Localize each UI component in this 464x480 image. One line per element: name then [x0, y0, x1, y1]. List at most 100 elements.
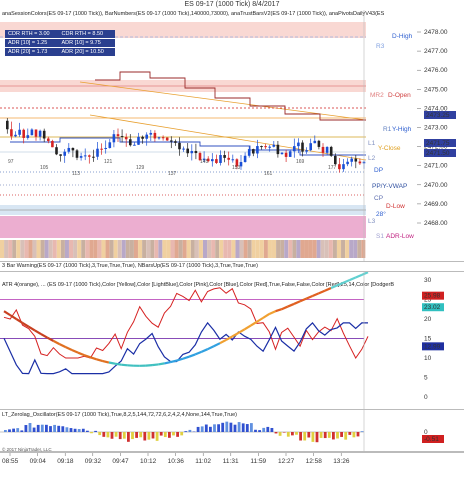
- smoothed-segment: [52, 339, 61, 346]
- session-color-bar: [207, 240, 212, 258]
- session-color-bar: [243, 240, 248, 258]
- candle-body: [297, 142, 300, 147]
- session-color-bar: [272, 240, 277, 258]
- candle-body: [260, 146, 263, 148]
- candle-body: [186, 148, 189, 154]
- smoothed-segment: [299, 297, 307, 303]
- session-color-bar: [316, 240, 321, 258]
- session-color-bar: [267, 240, 272, 258]
- rsi-chart[interactable]: 30252015105025.9823.0212.99: [0, 272, 464, 410]
- smoothed-segment: [77, 351, 85, 357]
- candle-body: [83, 155, 87, 157]
- time-tick: 11:02: [195, 458, 211, 465]
- pivot-label: S1: [376, 233, 384, 240]
- pivot-label: L3: [368, 218, 376, 225]
- candle-body: [170, 140, 173, 142]
- candle-body: [161, 137, 165, 139]
- candle-body: [165, 137, 169, 141]
- rsi-panel[interactable]: ATR 4(orange), ... (ES 09-17 (1000 Tick)…: [0, 272, 464, 410]
- histogram-bar: [332, 432, 335, 440]
- histogram-bar: [299, 432, 302, 441]
- time-axis[interactable]: 08:55 09:04 09:18 09:32 09:47 10:12 10:36 11:02…: [0, 452, 464, 465]
- session-color-bar: [345, 240, 350, 258]
- time-tick: 09:04: [30, 458, 47, 465]
- bar-number: 169: [296, 159, 305, 165]
- smoothed-segment: [293, 300, 301, 305]
- pivot-label: R1: [383, 126, 392, 133]
- osc1-legend: 3 Bar Warning(ES 09-17 (1000 Tick),3,Tru…: [2, 263, 258, 269]
- pivot-label: PP/Y-VWAP: [372, 183, 407, 190]
- smoothed-segment: [90, 356, 97, 361]
- histogram-bar: [315, 432, 319, 443]
- price-tick: 2468.00: [424, 220, 448, 227]
- candle-body: [329, 146, 333, 156]
- histogram-bar: [188, 429, 192, 432]
- session-color-bar: [178, 240, 183, 258]
- zerolag-chart[interactable]: 0-0.51: [0, 410, 464, 452]
- session-color-bar: [255, 240, 260, 258]
- session-color-bar: [170, 240, 175, 258]
- candle-body: [227, 157, 230, 160]
- histogram-bar: [200, 426, 204, 432]
- histogram-bar: [291, 432, 294, 436]
- smoothed-segment: [237, 328, 246, 334]
- histogram-bar: [155, 432, 159, 441]
- session-color-bar: [231, 240, 236, 258]
- session-color-bar: [357, 240, 362, 258]
- rsi-tag-blue-text: 12.99: [424, 343, 441, 350]
- smoothed-segment: [324, 287, 332, 292]
- histogram-bar: [323, 432, 327, 439]
- pivot-label: MR2: [370, 92, 384, 99]
- price-panel[interactable]: anaSessionColors(ES 09-17 (1000 Tick)), …: [0, 10, 464, 262]
- rsi-tick: 30: [424, 277, 432, 284]
- session-color-bar: [292, 240, 297, 258]
- histogram-bar: [32, 427, 36, 432]
- histogram-bar: [49, 426, 52, 432]
- candle-body: [14, 134, 17, 137]
- session-color-bar: [235, 240, 240, 258]
- zerolag-panel[interactable]: LT_Zerolag_Oscillator(ES 09-17 (1000 Tic…: [0, 410, 464, 452]
- histogram-bar: [135, 432, 138, 438]
- candle-body: [63, 151, 66, 156]
- histogram-bar: [90, 432, 93, 434]
- smoothed-segment: [287, 302, 295, 308]
- smoothed-segment: [200, 348, 209, 353]
- pivot-label: R3: [376, 43, 385, 50]
- histogram-bar: [16, 428, 20, 432]
- rsi-tick: 20: [424, 316, 432, 323]
- histogram-bar: [282, 432, 286, 433]
- candle-body: [276, 144, 280, 155]
- smoothed-segment: [65, 346, 73, 352]
- candle-body: [309, 143, 312, 151]
- chart-title: ES 09-17 (1000 Tick) 8/4/2017: [184, 1, 280, 8]
- candle-body: [79, 156, 83, 158]
- candle-body: [96, 148, 99, 157]
- session-color-bar: [296, 240, 301, 258]
- histogram-bar: [233, 424, 237, 432]
- pivot-label: CP: [374, 195, 383, 202]
- session-color-bar: [247, 240, 252, 258]
- histogram-bar: [77, 429, 81, 432]
- histogram-bar: [336, 432, 339, 439]
- histogram-bar: [258, 430, 261, 432]
- histogram-bar: [122, 432, 126, 439]
- candle-body: [174, 141, 177, 143]
- bar-number: 153: [232, 165, 241, 171]
- session-color-bar: [276, 240, 281, 258]
- histogram-bar: [237, 422, 241, 432]
- candle-body: [124, 137, 128, 140]
- smoothed-segment: [219, 338, 227, 345]
- session-color-bar: [332, 240, 337, 258]
- pivot-label: D-Open: [388, 92, 411, 99]
- histogram-bar: [98, 432, 102, 436]
- price-tick: 2469.00: [424, 201, 448, 208]
- smoothed-segment: [114, 362, 122, 366]
- smoothed-segment: [355, 273, 363, 279]
- smoothed-segment: [213, 342, 221, 348]
- smoothed-segment: [244, 324, 252, 331]
- candle-body: [145, 134, 148, 139]
- histogram-bar: [40, 424, 44, 432]
- histogram-bar: [131, 432, 134, 440]
- bar-number: 177: [328, 165, 337, 171]
- pivot-label: L1: [368, 140, 376, 147]
